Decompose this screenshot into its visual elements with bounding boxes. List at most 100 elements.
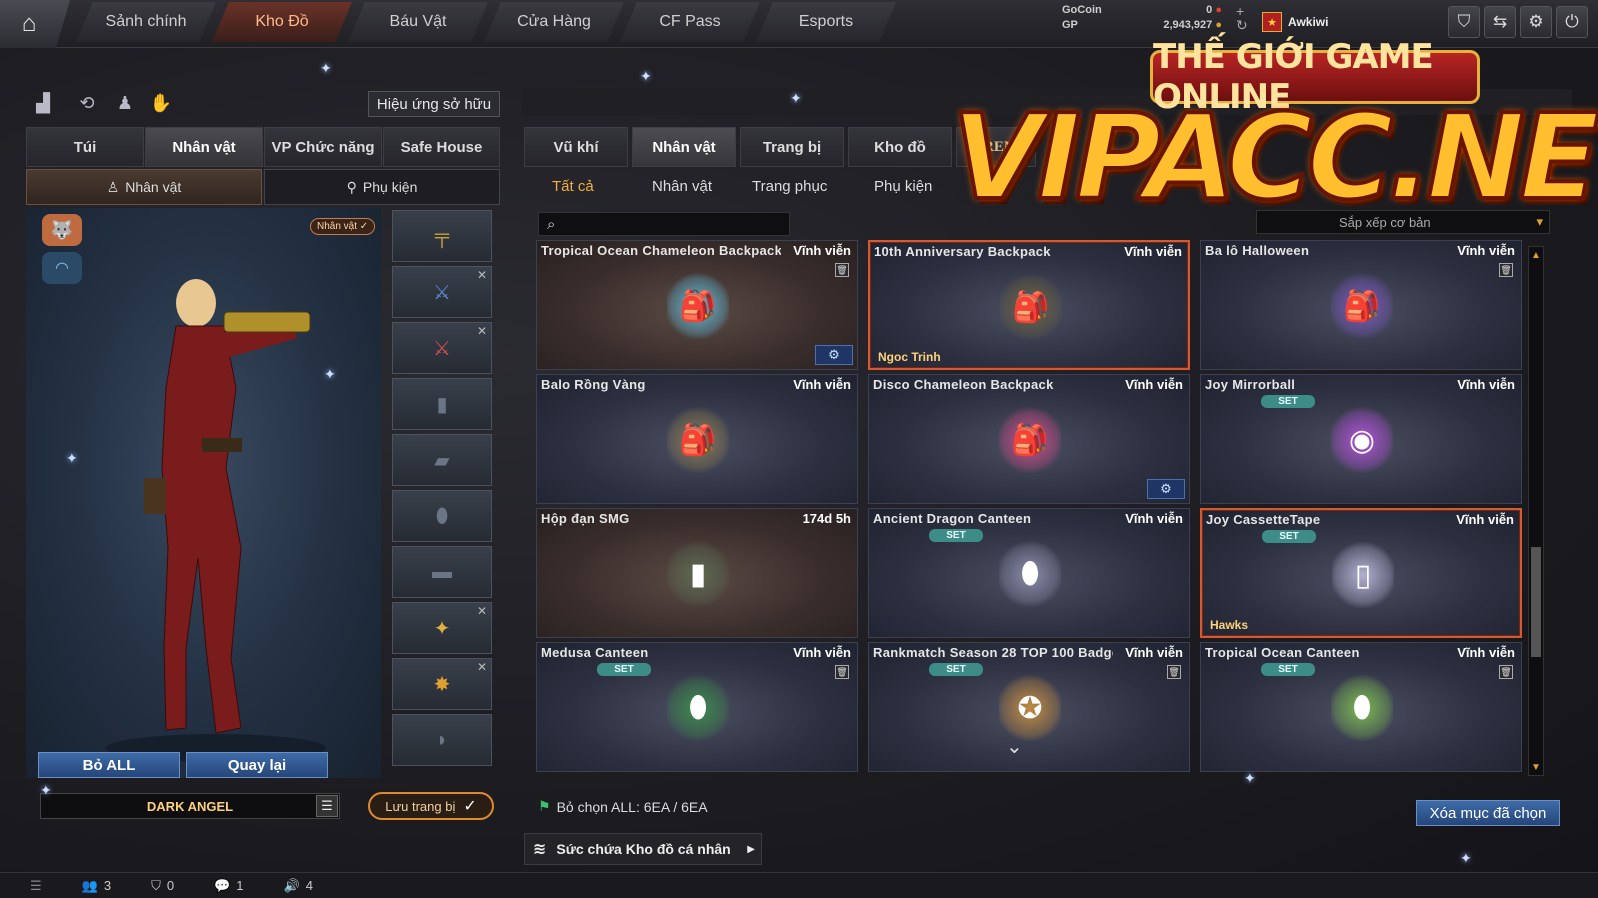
nav-tab-label: CF Pass (659, 13, 721, 30)
cassette-icon: ▯ (1332, 542, 1394, 608)
trash-icon[interactable]: 🗑 (835, 665, 849, 679)
trash-icon[interactable]: 🗑 (835, 263, 849, 277)
close-icon[interactable]: ✕ (477, 660, 487, 674)
gp-label: GP (1062, 19, 1078, 31)
slot-canteen[interactable]: ⬮ (392, 490, 492, 542)
delete-selected-button[interactable]: Xóa mục đã chọn (1416, 800, 1560, 826)
item-card[interactable]: Tropical Ocean Canteen Vĩnh viễn SET 🗑 ⬮ (1200, 642, 1522, 772)
item-card[interactable]: 10th Anniversary Backpack Vĩnh viễn Ngoc T… (868, 240, 1190, 370)
scroll-down-icon[interactable]: ▼ (1530, 761, 1542, 773)
item-card[interactable]: Ba lô Halloween Vĩnh viễn 🗑 🎒 (1200, 240, 1522, 370)
filter-outfit[interactable]: Trang phục (752, 172, 827, 200)
status-chat[interactable]: 💬 1 (214, 878, 243, 894)
item-card[interactable]: Joy Mirrorball Vĩnh viễn SET ◉ (1200, 374, 1522, 504)
scroll-thumb[interactable] (1531, 547, 1541, 657)
save-equipment-button[interactable]: Lưu trang bị ✓ (368, 792, 494, 820)
item-card[interactable]: Rankmatch Season 28 TOP 100 Badge Vĩnh vi… (868, 642, 1190, 772)
ranking-icon[interactable]: ▟ (30, 90, 56, 116)
nav-tab-lobby[interactable]: Sảnh chính (76, 2, 216, 42)
item-card[interactable]: Joy CassetteTape Vĩnh viễn SET Hawks ▯ (1200, 508, 1522, 638)
filter-character[interactable]: Nhân vật (652, 172, 712, 200)
item-card[interactable]: Hộp đạn SMG 174d 5h ▮ (536, 508, 858, 638)
settings-button[interactable]: ⚙ (1520, 6, 1552, 38)
status-clan[interactable]: ⛉ 0 (151, 878, 174, 894)
tab-character[interactable]: Nhân vật (145, 127, 263, 167)
close-icon[interactable]: ✕ (477, 324, 487, 338)
item-scrollbar[interactable]: ▲ ▼ (1528, 246, 1544, 776)
nav-tab-inventory[interactable]: Kho Đồ (212, 2, 352, 42)
storage-capacity-button[interactable]: ≋ Sức chứa Kho đồ cá nhân ▶ (524, 833, 762, 865)
nav-tab-shop[interactable]: Cửa Hàng (484, 2, 624, 42)
back-button[interactable]: Quay lại (186, 752, 328, 778)
clan-button[interactable]: ⛉ (1448, 6, 1480, 38)
tab-storage[interactable]: Kho đồ (848, 127, 952, 167)
subtab-character[interactable]: ♙ Nhân vật (26, 169, 262, 205)
power-button[interactable]: ⏻ (1556, 6, 1588, 38)
wolf-icon[interactable]: 🐺 (42, 214, 82, 246)
search-input[interactable]: ⌕ (538, 212, 790, 236)
item-card[interactable]: Ancient Dragon Canteen Vĩnh viễn SET ⬮ (868, 508, 1190, 638)
character-pose-icon[interactable]: ♟ (112, 90, 138, 116)
preset-menu-button[interactable]: ☰ (316, 795, 338, 817)
gloves-icon[interactable]: ✋ (148, 90, 174, 116)
menu-icon: ☰ (321, 798, 333, 813)
nav-tab-cf-pass[interactable]: CF Pass (620, 2, 760, 42)
slot-backpack[interactable]: ▮ (392, 378, 492, 430)
filter-all[interactable]: Tất cả (552, 172, 594, 200)
slot-weapon[interactable]: ╤ (392, 210, 492, 262)
slot-helmet[interactable]: ◗ (392, 714, 492, 766)
filter-label: Trang phục (752, 177, 828, 195)
deselect-all-info[interactable]: ⚑ Bỏ chọn ALL: 6EA / 6EA (538, 798, 708, 815)
history-icon[interactable]: ⟲ (74, 90, 100, 116)
item-name: Medusa Canteen (541, 645, 649, 660)
slot-item-1[interactable]: ⚔ ✕ (392, 266, 492, 318)
character-tag[interactable]: Nhân vật ✓ (310, 218, 376, 235)
gear-icon[interactable]: ⚙ (1147, 479, 1185, 499)
badge-icon: ✪ (999, 675, 1061, 741)
close-icon[interactable]: ✕ (477, 604, 487, 618)
scroll-up-icon[interactable]: ▲ (1530, 249, 1542, 261)
gear-icon[interactable]: ⚙ (815, 345, 853, 365)
remove-all-button[interactable]: Bỏ ALL (38, 752, 180, 778)
tab-vp-function[interactable]: VP Chức năng (264, 127, 382, 167)
tab-safe-house[interactable]: Safe House (383, 127, 500, 167)
nav-tab-esports[interactable]: Esports (756, 2, 896, 42)
character-preview[interactable] (26, 208, 381, 778)
close-icon[interactable]: ✕ (477, 268, 487, 282)
item-card[interactable]: Tropical Ocean Chameleon Backpack Vĩnh vi… (536, 240, 858, 370)
slot-knuckle[interactable]: ✦ ✕ (392, 602, 492, 654)
trash-icon[interactable]: 🗑 (1499, 263, 1513, 277)
preset-name-field[interactable]: DARK ANGEL (40, 793, 340, 819)
list-icon[interactable]: ☰ (30, 878, 42, 894)
slot-grenade[interactable]: ✸ ✕ (392, 658, 492, 710)
slot-item-2[interactable]: ⚔ ✕ (392, 322, 492, 374)
tab-label: VP Chức năng (271, 138, 375, 156)
item-card[interactable]: Disco Chameleon Backpack Vĩnh viễn ⚙ 🎒 (868, 374, 1190, 504)
owned-effects-button[interactable]: Hiệu ứng sở hữu (368, 91, 500, 117)
slot-vest[interactable]: ▰ (392, 434, 492, 486)
people-icon: 👥 (81, 877, 98, 893)
tab-bag[interactable]: Túi (26, 127, 144, 167)
exit-room-button[interactable]: ⇆ (1484, 6, 1516, 38)
layers-icon: ≋ (533, 841, 547, 858)
home-button[interactable]: ⌂ (0, 0, 70, 48)
scroll-more-chevron-icon[interactable]: ⌄ (1006, 734, 1023, 759)
status-friends[interactable]: 👥 3 (82, 878, 111, 894)
tab-character-items[interactable]: Nhân vật (632, 127, 736, 167)
filter-accessory[interactable]: Phụ kiện (874, 172, 932, 200)
slot-pouch[interactable]: ▬ (392, 546, 492, 598)
trash-icon[interactable]: 🗑 (1499, 665, 1513, 679)
status-volume[interactable]: 🔊 4 (284, 878, 313, 894)
trash-icon[interactable]: 🗑 (1167, 665, 1181, 679)
nav-tab-treasure[interactable]: Báu Vật (348, 2, 488, 42)
refresh-currency-icon[interactable]: ↻ (1236, 18, 1248, 32)
add-currency-icon[interactable]: + (1236, 4, 1248, 18)
subtab-accessory[interactable]: ⚲ Phụ kiện (264, 169, 500, 205)
smg-icon: ╤ (434, 224, 450, 247)
tab-weapons[interactable]: Vũ khí (524, 127, 628, 167)
user-profile[interactable]: ★ Awkiwi (1262, 8, 1328, 36)
item-card[interactable]: Medusa Canteen Vĩnh viễn SET 🗑 ⬮ (536, 642, 858, 772)
mask-icon[interactable]: ◠ (42, 252, 82, 284)
tab-equipment[interactable]: Trang bị (740, 127, 844, 167)
item-card[interactable]: Balo Rồng Vàng Vĩnh viễn 🎒 (536, 374, 858, 504)
